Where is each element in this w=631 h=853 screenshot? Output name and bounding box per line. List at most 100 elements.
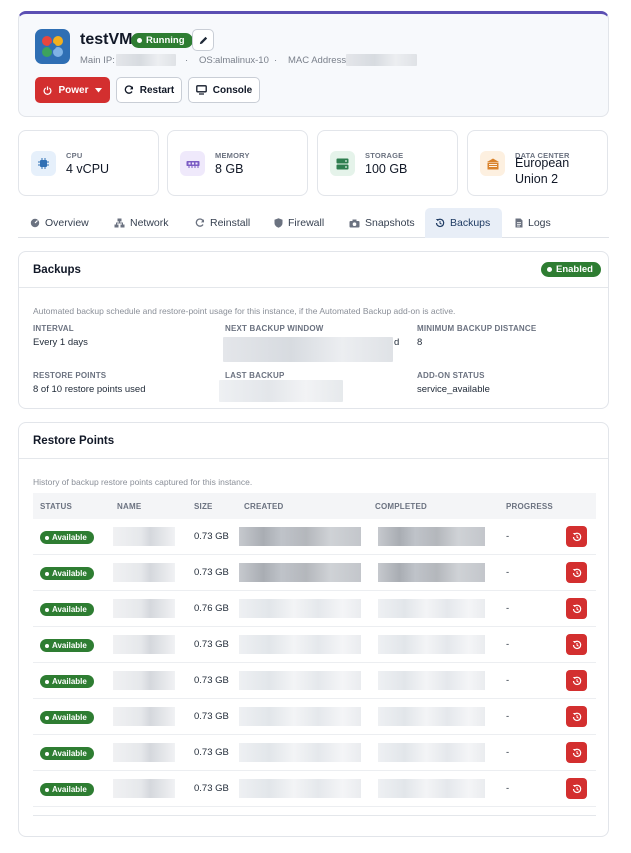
mac-redacted xyxy=(346,54,417,66)
restore-button[interactable] xyxy=(566,634,587,655)
completed-redacted xyxy=(378,563,485,582)
created-redacted xyxy=(239,563,361,582)
stat-label: MEMORY xyxy=(215,151,250,160)
restore-points-title: Restore Points xyxy=(33,435,115,447)
tab-label: Logs xyxy=(528,217,551,229)
restore-button[interactable] xyxy=(566,706,587,727)
divider xyxy=(19,458,608,459)
table-row: Available 0.73 GB - xyxy=(33,735,596,771)
backups-card: Backups Enabled Automated backup schedul… xyxy=(18,251,609,409)
column-header: STATUS xyxy=(40,502,73,511)
restore-button[interactable] xyxy=(566,526,587,547)
stat-value: European Union 2 xyxy=(515,156,570,186)
restart-icon xyxy=(124,85,133,94)
stat-label: STORAGE xyxy=(365,151,404,160)
tab-firewall[interactable]: Firewall xyxy=(264,208,334,238)
interval-label: INTERVAL xyxy=(33,324,74,333)
created-redacted xyxy=(239,527,361,546)
restore-icon xyxy=(572,532,581,541)
console-button-label: Console xyxy=(212,84,253,96)
progress-value: - xyxy=(506,711,510,722)
tab-network[interactable]: Network xyxy=(104,208,179,238)
status-label: Available xyxy=(52,785,87,794)
restore-icon xyxy=(572,748,581,757)
column-header: CREATED xyxy=(244,502,284,511)
restore-points-value: 8 of 10 restore points used xyxy=(33,384,146,395)
name-redacted xyxy=(113,707,175,726)
restore-button[interactable] xyxy=(566,670,587,691)
created-redacted xyxy=(239,707,361,726)
completed-redacted xyxy=(378,599,485,618)
vm-header-card: testVM Running Main IP: · OS: almalinux-… xyxy=(18,11,609,117)
column-header: SIZE xyxy=(194,502,213,511)
created-redacted xyxy=(239,635,361,654)
network-icon xyxy=(114,218,125,228)
size-value: 0.73 GB xyxy=(194,675,229,686)
os-value: almalinux-10 xyxy=(215,55,269,66)
addon-status-label: ADD-ON STATUS xyxy=(417,371,485,380)
divider xyxy=(33,815,596,816)
reinstall-icon xyxy=(195,218,205,227)
progress-value: - xyxy=(506,567,510,578)
meta-separator: · xyxy=(185,55,189,66)
status-badge: Running xyxy=(131,33,193,48)
last-backup-label: LAST BACKUP xyxy=(225,371,285,380)
main-ip-label: Main IP: xyxy=(80,55,115,66)
chevron-down-icon xyxy=(94,87,102,92)
stat-card-cpu: CPU 4 vCPU xyxy=(18,130,159,196)
memory-icon-tile xyxy=(180,151,205,176)
table-row: Available 0.73 GB - xyxy=(33,663,596,699)
tab-logs[interactable]: Logs xyxy=(505,208,561,238)
available-badge: Available xyxy=(40,531,94,544)
restore-icon xyxy=(572,676,581,685)
size-value: 0.73 GB xyxy=(194,531,229,542)
power-icon xyxy=(43,85,52,95)
size-value: 0.76 GB xyxy=(194,603,229,614)
column-header: PROGRESS xyxy=(506,502,553,511)
restart-button-label: Restart xyxy=(139,84,175,96)
restore-button[interactable] xyxy=(566,562,587,583)
status-dot xyxy=(45,787,49,792)
tab-reinstall[interactable]: Reinstall xyxy=(185,208,260,238)
name-redacted xyxy=(113,599,175,618)
min-distance-value: 8 xyxy=(417,337,423,348)
document-icon xyxy=(515,218,523,228)
progress-value: - xyxy=(506,639,510,650)
tab-snapshots[interactable]: Snapshots xyxy=(339,208,425,238)
restore-button[interactable] xyxy=(566,778,587,799)
cpu-icon xyxy=(38,158,49,169)
available-badge: Available xyxy=(40,639,94,652)
table-row: Available 0.73 GB - xyxy=(33,771,596,807)
size-value: 0.73 GB xyxy=(194,747,229,758)
stat-value: 100 GB xyxy=(365,162,408,176)
next-backup-redacted xyxy=(223,337,393,362)
name-redacted xyxy=(113,635,175,654)
mac-label: MAC Address: xyxy=(288,55,349,66)
available-badge: Available xyxy=(40,747,94,760)
restore-button[interactable] xyxy=(566,598,587,619)
meta-separator: · xyxy=(274,55,278,66)
size-value: 0.73 GB xyxy=(194,783,229,794)
restart-button[interactable]: Restart xyxy=(116,77,182,103)
status-badge-label: Running xyxy=(146,35,185,46)
table-row: Available 0.76 GB - xyxy=(33,591,596,627)
progress-value: - xyxy=(506,531,510,542)
console-button[interactable]: Console xyxy=(188,77,260,103)
next-backup-suffix: d xyxy=(394,337,400,348)
stat-value: 8 GB xyxy=(215,162,244,176)
restore-button[interactable] xyxy=(566,742,587,763)
tab-backups[interactable]: Backups xyxy=(425,208,502,238)
main-ip-redacted xyxy=(116,54,176,66)
tab-label: Overview xyxy=(45,217,89,229)
addon-status-value: service_available xyxy=(417,384,490,395)
name-redacted xyxy=(113,671,175,690)
completed-redacted xyxy=(378,707,485,726)
status-label: Available xyxy=(52,677,87,686)
vm-name: testVM xyxy=(80,31,133,48)
power-button[interactable]: Power xyxy=(35,77,110,103)
vm-os-logo-icon xyxy=(35,29,70,64)
size-value: 0.73 GB xyxy=(194,639,229,650)
edit-name-button[interactable] xyxy=(192,29,214,51)
stat-label: CPU xyxy=(66,151,83,160)
tab-overview[interactable]: Overview xyxy=(20,208,99,238)
